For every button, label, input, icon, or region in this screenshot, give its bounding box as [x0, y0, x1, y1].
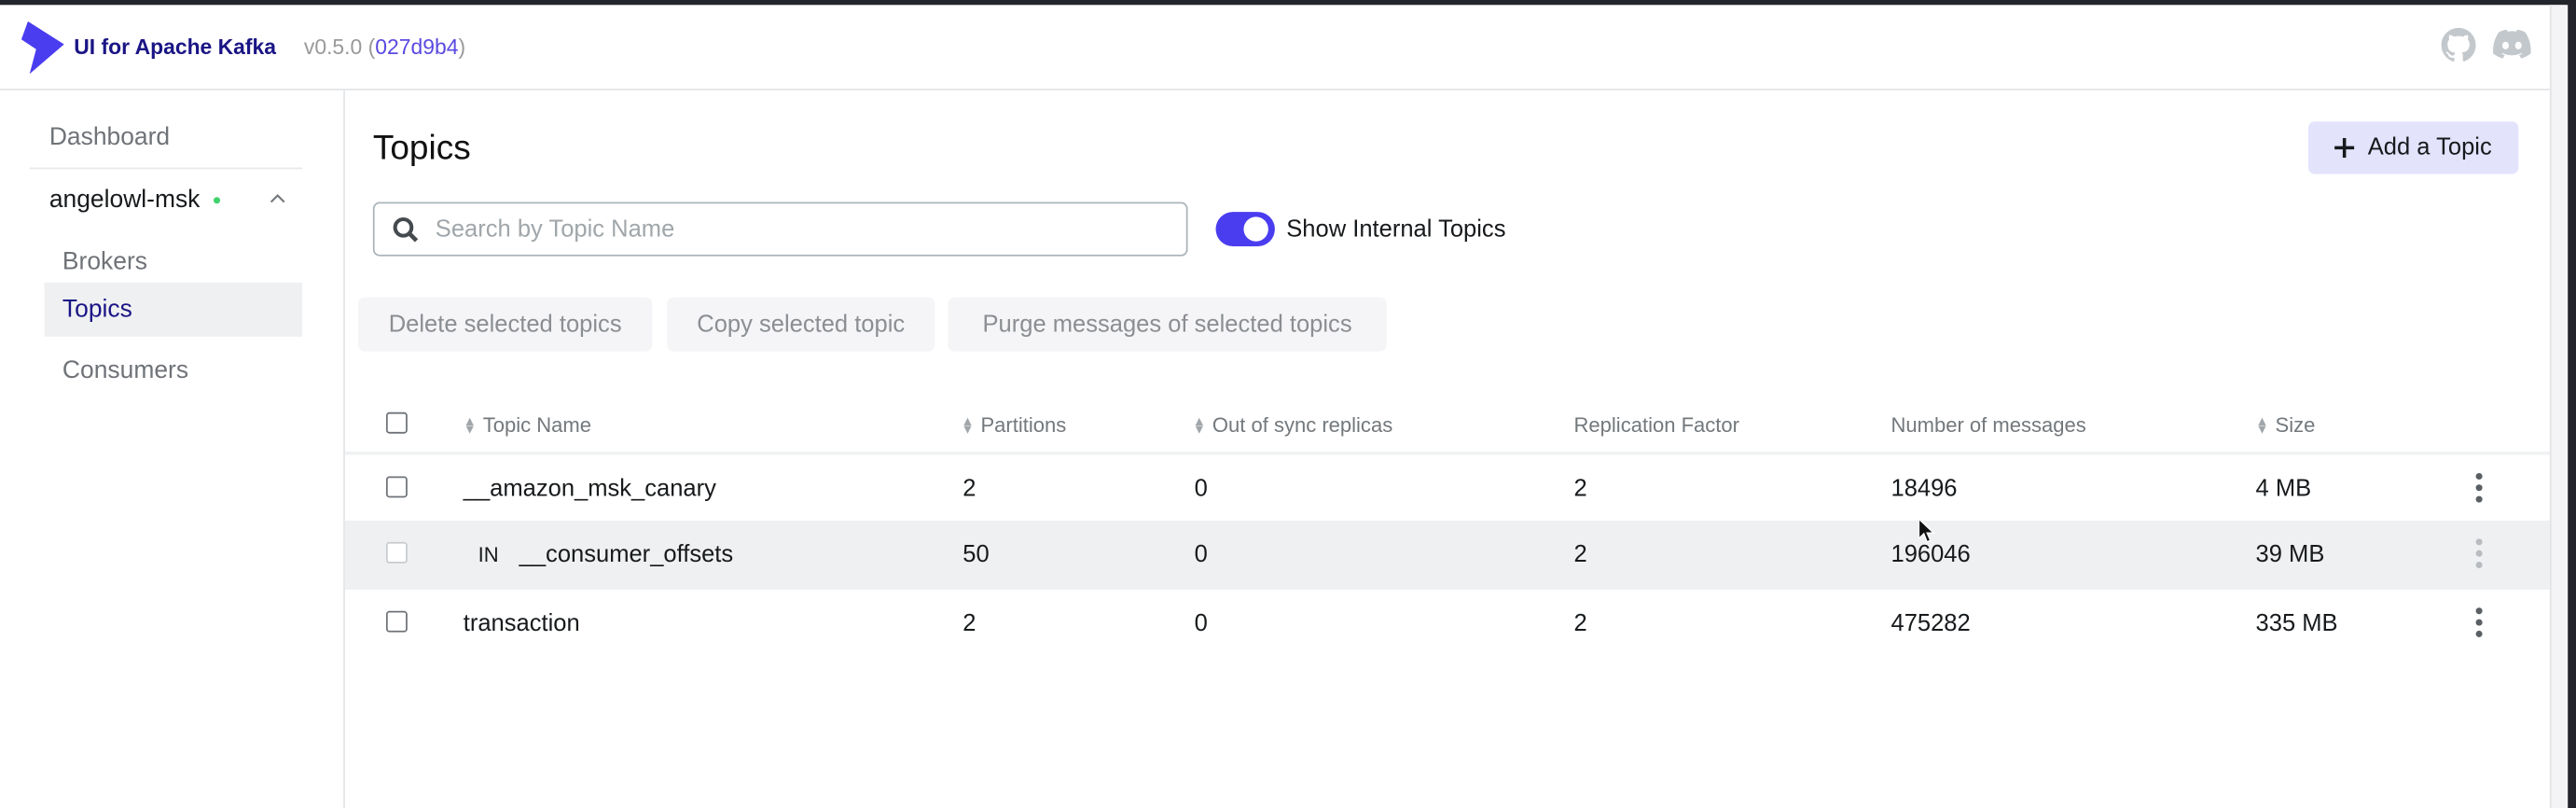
discord-icon[interactable]: [2492, 29, 2531, 61]
sidebar-divider: [29, 167, 303, 170]
app-window: UI for Apache Kafka v0.5.0 (027d9b4) Das…: [0, 5, 2569, 808]
row-checkbox[interactable]: [385, 610, 408, 633]
search-icon: [393, 216, 419, 242]
sort-icon: ▲ ▼: [1192, 413, 1206, 438]
toggle-label: Show Internal Topics: [1286, 216, 1506, 244]
replication-value: 2: [1573, 541, 1587, 569]
show-internal-topics-toggle[interactable]: [1215, 212, 1275, 247]
column-topic-name[interactable]: ▲ ▼ Topic Name: [464, 414, 591, 438]
search-placeholder: Search by Topic Name: [435, 216, 675, 243]
out-of-sync-value: 0: [1194, 541, 1208, 569]
column-partitions[interactable]: ▲ ▼ Partitions: [961, 414, 1066, 438]
messages-value: 18496: [1890, 476, 1958, 503]
commit-link[interactable]: 027d9b4: [375, 35, 458, 59]
cluster-status-dot: [214, 196, 221, 203]
search-input[interactable]: Search by Topic Name: [372, 202, 1188, 257]
table-row[interactable]: IN __consumer_offsets 50 0 2 196046 39 M…: [344, 520, 2550, 590]
version-label: v0.5.0 (027d9b4): [303, 34, 466, 60]
main-content: Topics Add a Topic Search by Topic Name …: [344, 91, 2550, 808]
column-number-of-messages: Number of messages: [1890, 413, 2086, 438]
messages-value: 196046: [1890, 541, 1971, 569]
replication-value: 2: [1573, 476, 1587, 503]
sort-icon: ▲ ▼: [961, 413, 975, 438]
more-menu-icon[interactable]: [2475, 472, 2483, 503]
mouse-cursor-icon: [1918, 519, 1936, 543]
sidebar-item-consumers[interactable]: Consumers: [62, 356, 188, 384]
column-out-of-sync[interactable]: ▲ ▼ Out of sync replicas: [1193, 414, 1392, 438]
size-value: 4 MB: [2255, 476, 2312, 503]
size-value: 39 MB: [2255, 541, 2325, 569]
sidebar: Dashboard angelowl-msk Brokers Topics Co…: [0, 90, 345, 808]
topic-name-link[interactable]: __consumer_offsets: [519, 542, 734, 568]
plus-icon: [2334, 137, 2355, 158]
topic-name-link[interactable]: transaction: [464, 611, 580, 637]
size-value: 335 MB: [2255, 610, 2338, 637]
partitions-value: 2: [963, 476, 976, 503]
window-edge: [2549, 5, 2569, 808]
page-title: Topics: [372, 130, 471, 168]
kafka-logo-icon: [21, 21, 64, 75]
app-screen: UI for Apache Kafka v0.5.0 (027d9b4) Das…: [0, 0, 2576, 808]
table-row[interactable]: __amazon_msk_canary 2 0 2 18496 4 MB: [345, 455, 2550, 524]
select-all-checkbox[interactable]: [385, 411, 408, 434]
column-size[interactable]: ▲ ▼ Size: [2256, 414, 2316, 438]
out-of-sync-value: 0: [1194, 610, 1208, 637]
table-header: ▲ ▼ Topic Name ▲ ▼ Partitions ▲ ▼ Out of sync …: [344, 399, 2550, 455]
row-checkbox[interactable]: [385, 476, 408, 498]
chevron-up-icon[interactable]: [270, 192, 286, 203]
messages-value: 475282: [1890, 610, 1971, 637]
cluster-name: angelowl-msk: [48, 185, 201, 214]
add-topic-label: Add a Topic: [2367, 134, 2492, 161]
column-replication-factor: Replication Factor: [1573, 413, 1739, 438]
replication-value: 2: [1573, 610, 1587, 637]
purge-messages-button[interactable]: Purge messages of selected topics: [948, 297, 1387, 352]
sidebar-cluster[interactable]: angelowl-msk: [49, 186, 296, 218]
table-row[interactable]: transaction 2 0 2 475282 335 MB: [345, 590, 2550, 659]
add-topic-button[interactable]: Add a Topic: [2307, 121, 2519, 174]
sidebar-item-topics[interactable]: Topics: [44, 282, 303, 337]
out-of-sync-value: 0: [1194, 476, 1208, 503]
partitions-value: 2: [963, 610, 976, 637]
sidebar-item-dashboard[interactable]: Dashboard: [49, 123, 170, 151]
sidebar-item-brokers[interactable]: Brokers: [62, 248, 147, 276]
topic-name-link[interactable]: __amazon_msk_canary: [464, 476, 716, 502]
sort-icon: ▲ ▼: [463, 413, 477, 438]
brand-title[interactable]: UI for Apache Kafka: [74, 35, 276, 59]
row-checkbox[interactable]: [385, 541, 408, 564]
partitions-value: 50: [963, 541, 990, 569]
more-menu-icon[interactable]: [2475, 538, 2483, 569]
top-header: UI for Apache Kafka v0.5.0 (027d9b4): [0, 5, 2550, 91]
internal-badge: IN: [478, 543, 499, 567]
sort-icon: ▲ ▼: [2255, 413, 2269, 438]
delete-selected-button[interactable]: Delete selected topics: [358, 297, 653, 352]
copy-selected-button[interactable]: Copy selected topic: [667, 297, 935, 352]
github-icon[interactable]: [2441, 27, 2476, 63]
more-menu-icon[interactable]: [2475, 607, 2483, 637]
sidebar-item-label: Topics: [62, 295, 132, 324]
